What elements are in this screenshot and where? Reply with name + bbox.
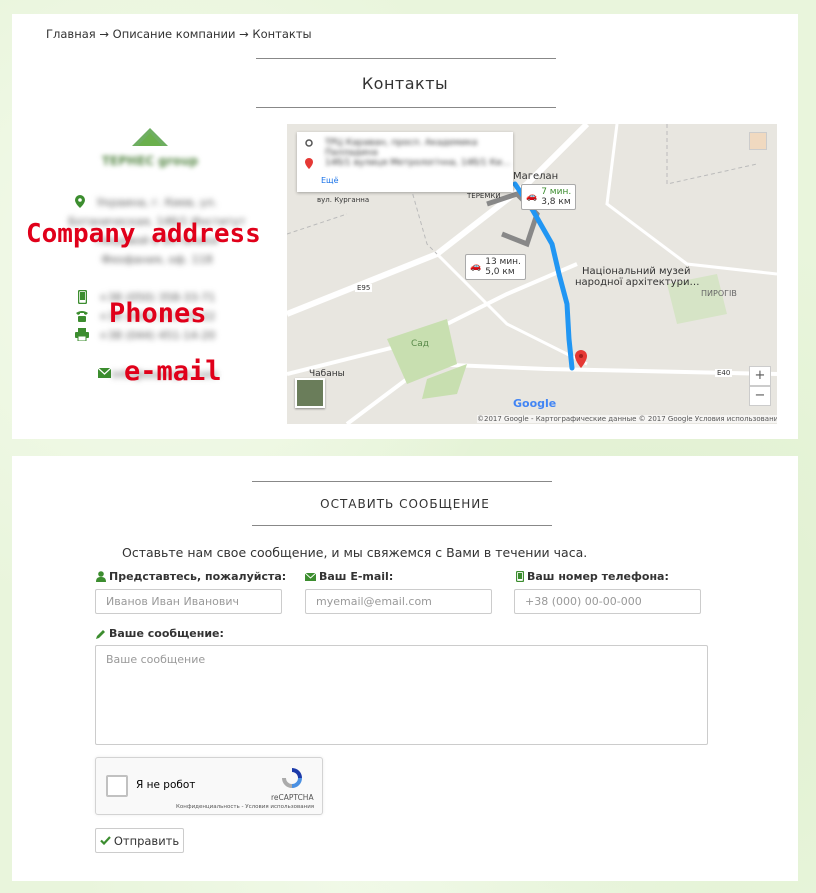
mobile-phone-icon [516,571,524,582]
feedback-panel: ОСТАВИТЬ СООБЩЕНИЕ Оставьте нам свое соо… [12,456,798,881]
form-intro-text: Оставьте нам свое сообщение, и мы свяжем… [122,545,588,560]
pencil-icon [96,629,105,639]
satellite-toggle-button[interactable] [295,378,325,408]
form-title-divider-bottom [252,525,552,526]
route-more-link[interactable]: Ещё [321,176,339,185]
breadcrumb-current: Контакты [252,27,312,41]
form-section-title: ОСТАВИТЬ СООБЩЕНИЕ [320,497,490,511]
email-input[interactable]: myemail@email.com [305,589,492,614]
recaptcha-label: Я не робот [136,779,196,791]
recaptcha-checkbox[interactable] [106,775,128,797]
address-line-4: Феофания, оф. 118 [101,253,213,266]
recaptcha-logo-icon [282,768,302,788]
google-map[interactable]: ТРЦ Караван, просп. Академика Палладина … [287,124,777,424]
address-line-1: Украина, г. Киев, ул. [96,196,218,209]
form-title-divider-top [252,481,552,482]
zoom-in-button[interactable]: + [749,366,771,386]
map-place-magelan: Магелан [513,171,559,182]
map-place-teremky: ТЕРЕМКИ [467,192,501,200]
email-label: Ваш E-mail: [305,570,393,583]
address-overlay-label: Company address [26,219,261,249]
phone-input[interactable]: +38 (000) 00-00-000 [514,589,701,614]
message-textarea[interactable]: Ваше сообщение [95,645,708,745]
recaptcha-brand: reCAPTCHA [271,793,314,802]
breadcrumb: Главная → Описание компании → Контакты [46,27,312,41]
company-logo-icon [132,128,168,146]
map-place-museum-2: народної архітектури… [575,277,700,288]
car-icon: 🚗 [526,192,538,202]
user-icon [96,571,106,582]
google-logo: Google [513,397,557,410]
car-icon: 🚗 [470,262,482,272]
submit-button[interactable]: Отправить [95,828,184,853]
envelope-icon [305,572,316,581]
envelope-icon [98,368,111,378]
checkmark-icon [100,836,111,845]
breadcrumb-home[interactable]: Главная [46,27,96,41]
map-road-e40: E40 [715,369,733,377]
recaptcha-widget: Я не робот reCAPTCHA Конфиденциальность … [95,757,323,815]
route-directions-box[interactable]: ТРЦ Караван, просп. Академика Палладина … [297,132,513,192]
title-divider-top [256,58,556,59]
phone-3: +38 (044) 451-14-20 [98,329,216,342]
breadcrumb-company[interactable]: Описание компании [113,27,236,41]
route-to: 14б/1 вулиця Метрологічна, 14б/1 Ки… [325,158,511,168]
route-from: ТРЦ Караван, просп. Академика Палладина [325,138,478,158]
route-1-time-chip[interactable]: 🚗 7 мин. 3,8 км [521,184,577,210]
company-logo-text: TEPHEC group [101,154,199,168]
map-place-pyrohiv: ПИРОГІВ [701,289,737,298]
zoom-out-button[interactable]: − [749,386,771,406]
page-title: Контакты [361,74,449,93]
recaptcha-links[interactable]: Конфиденциальность - Условия использован… [176,804,314,810]
route-2-time-chip[interactable]: 🚗 13 мин. 5,0 км [465,254,526,280]
phones-overlay-label: Phones [109,298,207,329]
map-road-e95: E95 [355,284,373,292]
message-label: Ваше сообщение: [96,627,224,640]
map-place-museum-1: Національний музей [582,266,691,277]
destination-marker-icon[interactable] [575,350,587,368]
email-overlay-label: e-mail [124,356,222,387]
route-destination-icon [305,158,313,169]
map-footer-text[interactable]: ©2017 Google - Картографические данные ©… [477,415,777,423]
map-street-kurganna: вул. Курганна [317,196,370,204]
map-place-sad: Сад [411,339,430,349]
name-input[interactable]: Иванов Иван Иванович [95,589,282,614]
name-label: Представтесь, пожалуйста: [96,570,286,583]
phone-label: Ваш номер телефона: [516,570,669,583]
streetview-avatar-icon[interactable] [749,132,767,150]
title-divider-bottom [256,107,556,108]
route-origin-icon [305,139,313,147]
contacts-panel: Главная → Описание компании → Контакты К… [12,14,798,439]
